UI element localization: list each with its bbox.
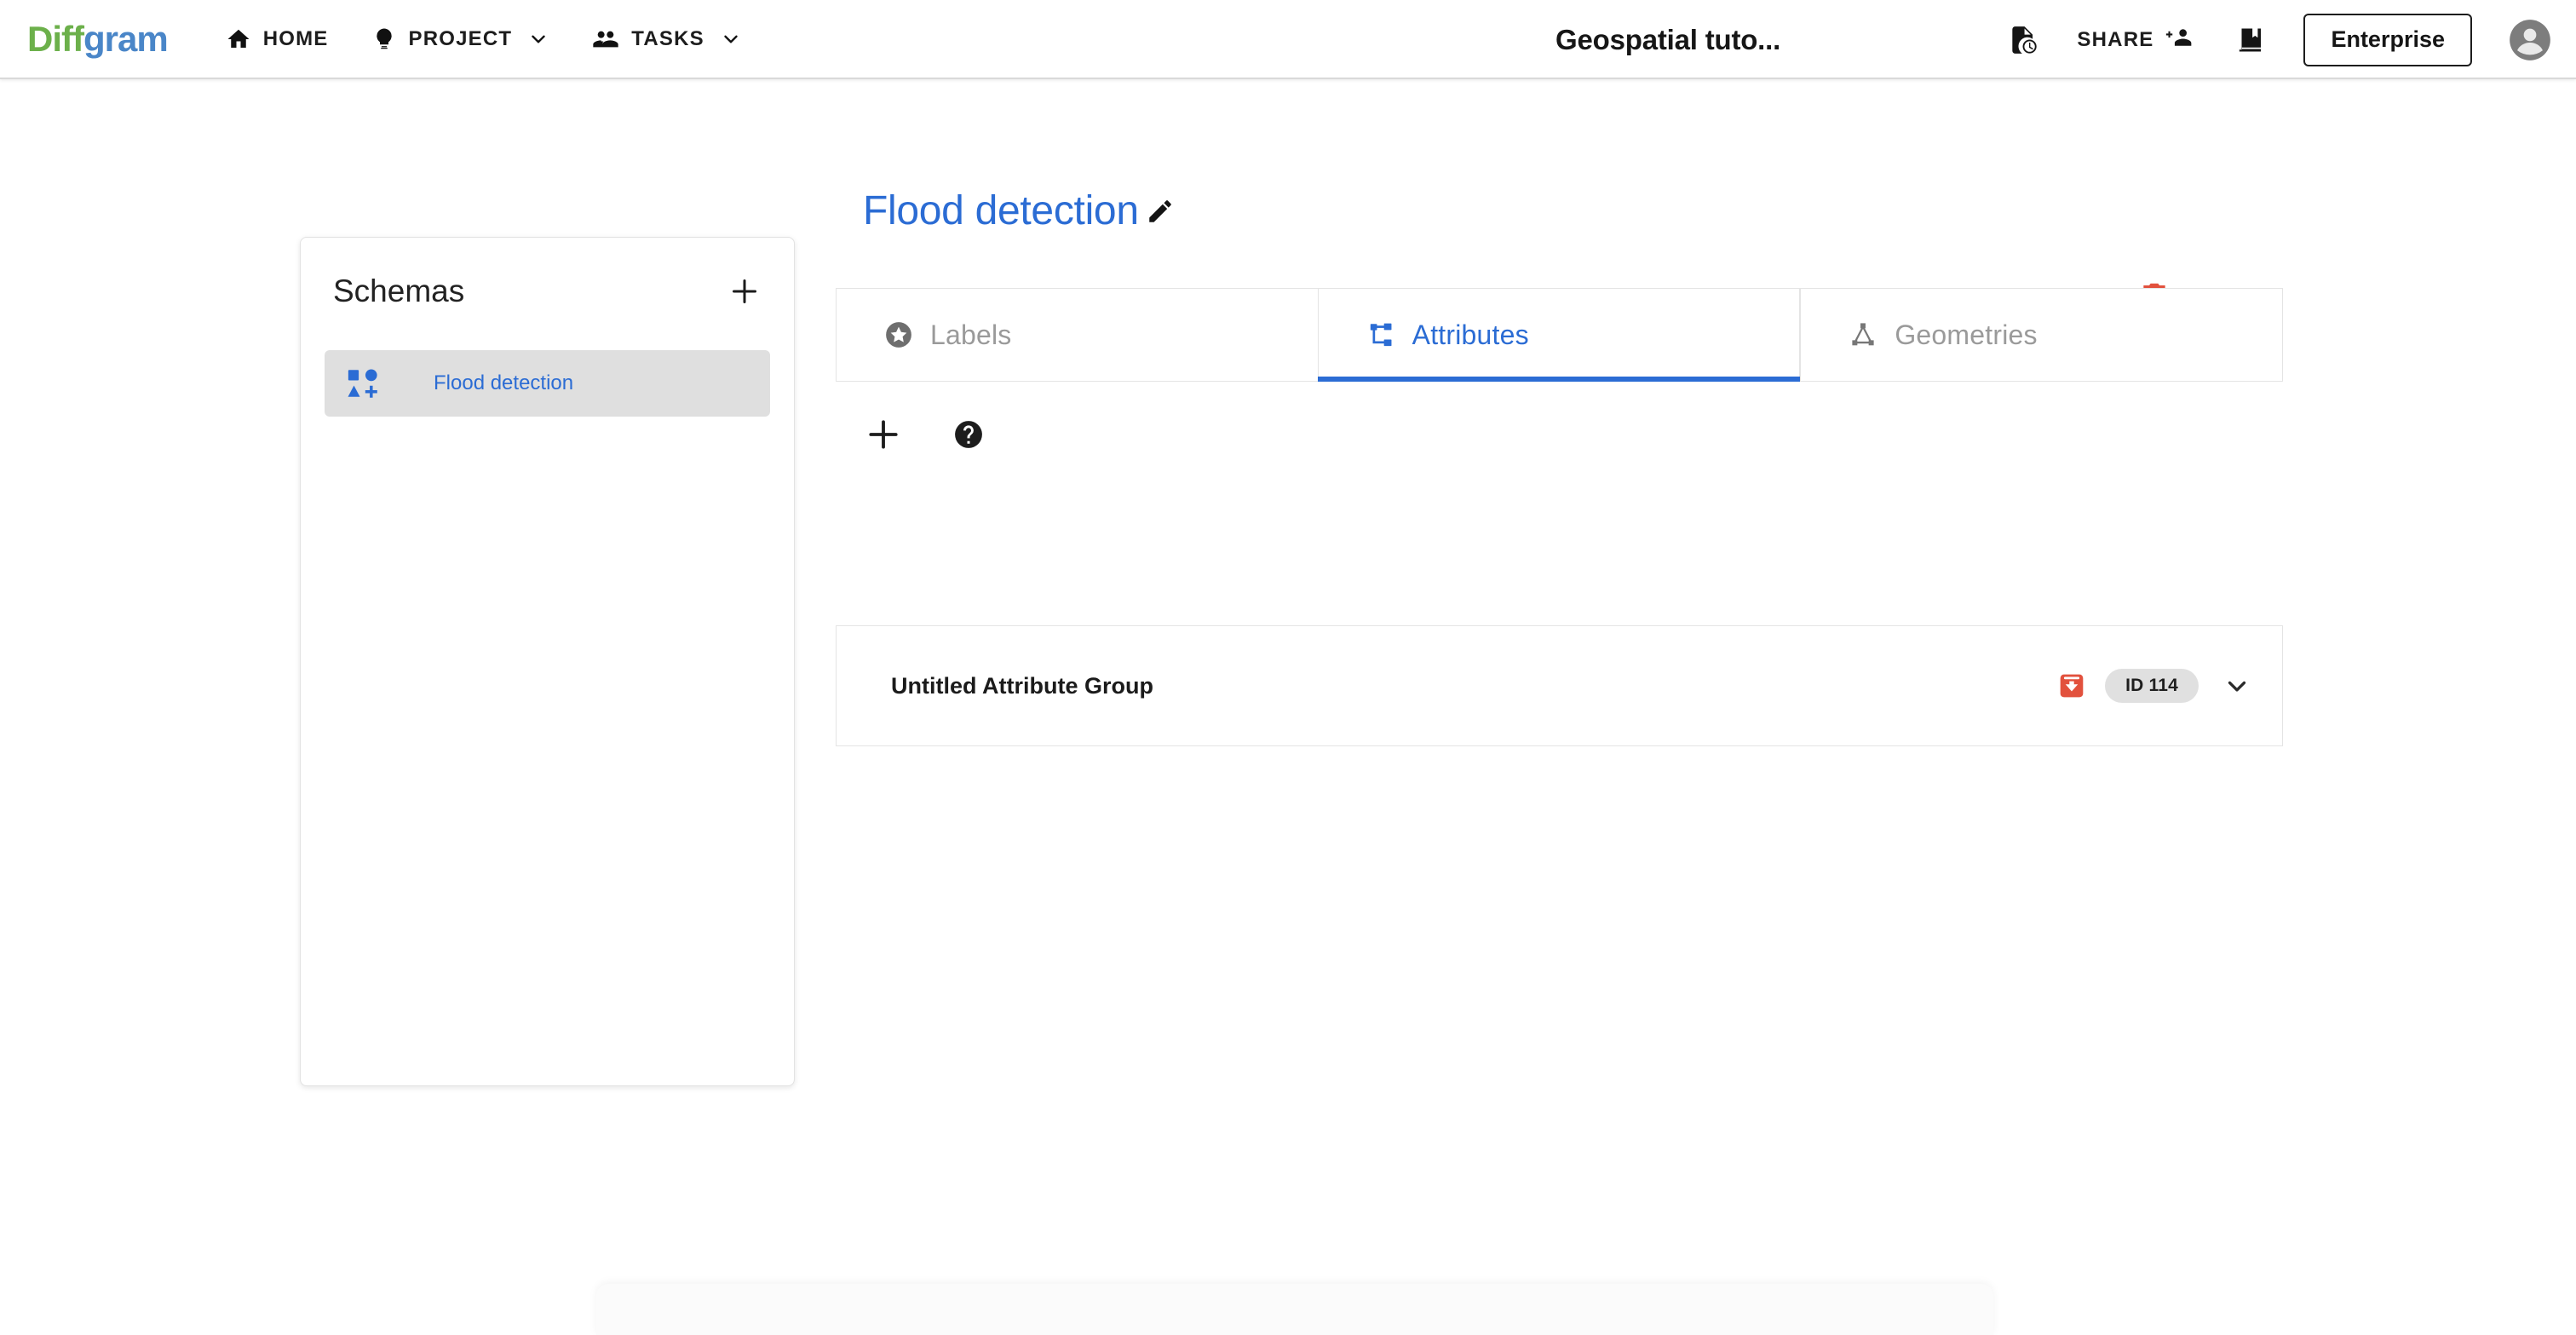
chevron-down-icon[interactable]	[720, 28, 742, 50]
schema-title-text[interactable]: Flood detection	[863, 187, 1139, 234]
share-label: SHARE	[2077, 27, 2154, 51]
home-icon	[226, 26, 251, 52]
nav-item-home[interactable]: HOME	[226, 0, 329, 78]
document-title: Geospatial tuto...	[1555, 23, 1781, 55]
lightbulb-icon	[371, 26, 397, 52]
person-add-icon	[2165, 25, 2194, 55]
chevron-down-icon[interactable]	[2222, 671, 2251, 700]
logo-text-diff: Diff	[27, 18, 84, 59]
app-bar: Diffgram HOME PROJECT TASKS Geospatial t…	[0, 0, 2576, 79]
bookmark-book-icon[interactable]	[2235, 24, 2266, 56]
sidebar-item-flood-detection[interactable]: Flood detection	[325, 350, 770, 417]
tab-geometries[interactable]: Geometries	[1800, 289, 2283, 381]
tab-labels[interactable]: Labels	[837, 289, 1318, 381]
attribute-group-id-chip: ID 114	[2105, 669, 2199, 703]
main-content: Schemas Flood detection Flood detection	[0, 79, 2576, 1335]
nav-item-tasks[interactable]: TASKS	[592, 0, 742, 78]
tab-attributes[interactable]: Attributes	[1317, 289, 1801, 382]
enterprise-button[interactable]: Enterprise	[2303, 13, 2472, 66]
tab-label-labels: Labels	[930, 319, 1012, 350]
attributes-toolbar	[865, 416, 984, 453]
archive-down-icon[interactable]	[2057, 671, 2086, 700]
add-attribute-group-button[interactable]	[865, 416, 902, 453]
people-icon	[592, 26, 619, 53]
tab-label-attributes: Attributes	[1412, 319, 1529, 350]
star-circle-icon	[884, 320, 913, 349]
triangle-nodes-icon	[1849, 320, 1877, 349]
logo-text-gram: gram	[83, 18, 169, 59]
schema-tabs: Labels Attributes Geometries	[836, 288, 2283, 382]
plus-icon[interactable]	[727, 274, 762, 308]
diffgram-logo[interactable]: Diffgram	[27, 18, 169, 59]
nav-label-project: PROJECT	[408, 26, 513, 50]
schemas-panel: Schemas Flood detection	[300, 237, 795, 1086]
avatar[interactable]	[2508, 18, 2552, 62]
file-clock-icon[interactable]	[2007, 24, 2039, 56]
tab-label-geometries: Geometries	[1895, 319, 2038, 350]
help-circle-icon[interactable]	[953, 419, 984, 450]
attribute-group-actions: ID 114	[2057, 669, 2251, 703]
chevron-down-icon[interactable]	[527, 28, 549, 50]
nav-item-project[interactable]: PROJECT	[371, 0, 550, 78]
attribute-group-row[interactable]: Untitled Attribute Group ID 114	[836, 625, 2283, 746]
schemas-panel-header: Schemas	[301, 238, 794, 309]
schema-shapes-icon	[345, 365, 384, 401]
bottom-sheet	[596, 1284, 1993, 1335]
page-title: Flood detection	[863, 187, 1175, 234]
app-bar-right-actions: SHARE Enterprise	[2007, 0, 2552, 79]
schemas-panel-title: Schemas	[333, 273, 465, 308]
sidebar-item-label: Flood detection	[434, 371, 574, 394]
attribute-group-name: Untitled Attribute Group	[891, 672, 1153, 699]
nav-label-home: HOME	[262, 26, 329, 50]
share-button[interactable]: SHARE	[2077, 25, 2194, 55]
account-tree-icon	[1366, 320, 1395, 349]
nav-label-tasks: TASKS	[631, 26, 704, 50]
pencil-icon[interactable]	[1146, 197, 1175, 226]
